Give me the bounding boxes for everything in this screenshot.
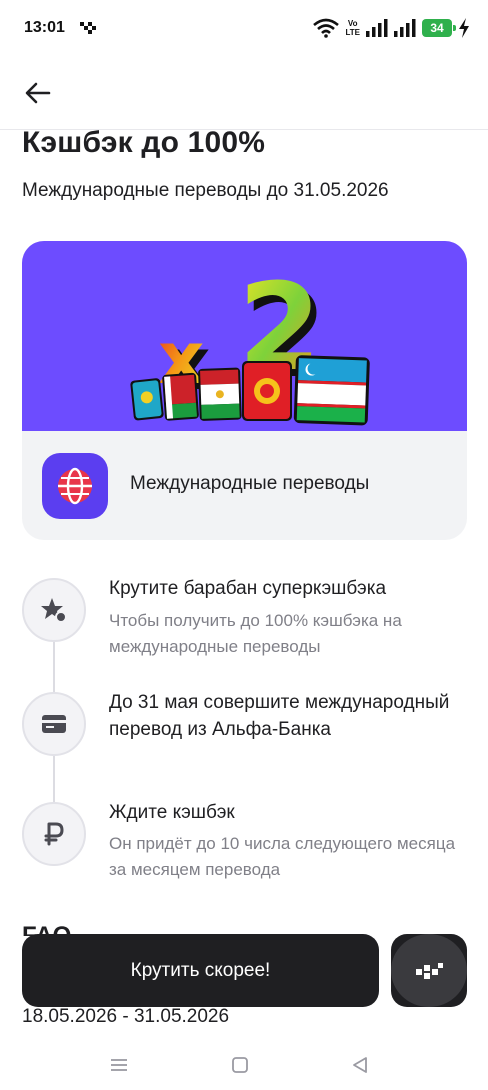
charging-icon — [459, 18, 469, 38]
battery-level: 34 — [430, 21, 444, 35]
transfers-app-icon — [42, 453, 108, 519]
arrow-left-icon — [25, 82, 51, 104]
wifi-icon — [313, 18, 340, 38]
signal-icon — [366, 19, 388, 37]
promo-banner: x 2 x 2 — [22, 241, 467, 431]
system-back-button[interactable] — [340, 1050, 380, 1080]
step-2-title: До 31 мая совершите международный перево… — [109, 692, 450, 740]
transfers-label: Международные переводы — [130, 473, 370, 494]
volte-top: Vo — [347, 19, 358, 28]
signal-icon-secondary — [394, 19, 416, 37]
promo-card: x 2 x 2 Международные переводы — [22, 241, 467, 540]
page-subtitle: Международные переводы до 31.05.2026 — [22, 180, 389, 201]
status-time: 13:01 — [24, 19, 65, 36]
status-bar: 13:01 Vo LTE 34 — [0, 0, 488, 56]
back-button[interactable] — [18, 76, 58, 110]
system-navigation-bar — [0, 1040, 488, 1090]
volte-bottom: LTE — [345, 28, 360, 37]
home-button[interactable] — [220, 1050, 260, 1080]
step-3-icon-circle — [22, 802, 86, 866]
assistant-button-container — [391, 934, 467, 1007]
step-1-description: Чтобы получить до 100% кэшбэка на междун… — [109, 611, 402, 656]
promo-date-range: 18.05.2026 - 31.05.2026 — [22, 1006, 230, 1027]
globe-icon — [58, 467, 92, 505]
page-title: Кэшбэк до 100% — [22, 126, 266, 159]
volte-indicator: Vo LTE — [345, 19, 360, 37]
ruble-icon — [44, 822, 64, 846]
status-indicators: Vo LTE 34 — [313, 16, 470, 40]
back-triangle-icon — [353, 1057, 367, 1073]
battery-indicator: 34 — [422, 19, 456, 37]
app-notification-icon — [80, 22, 96, 34]
menu-icon — [111, 1059, 127, 1071]
x2-flags-illustration: x 2 x 2 — [130, 259, 370, 426]
recent-apps-button[interactable] — [99, 1050, 139, 1080]
top-app-bar — [0, 56, 488, 130]
assistant-floating-button[interactable] — [391, 934, 467, 1007]
step-3-title: Ждите кэшбэк — [109, 802, 235, 823]
home-square-icon — [232, 1057, 248, 1073]
step-1-icon-circle — [22, 578, 86, 642]
spin-now-button[interactable]: Крутить скорее! — [22, 934, 379, 1007]
step-3-description: Он придёт до 10 числа следующего месяца … — [109, 834, 456, 879]
step-1-title: Крутите барабан суперкэшбэка — [109, 578, 387, 599]
star-icon — [41, 598, 67, 623]
card-icon — [42, 715, 66, 733]
international-transfers-link[interactable]: Международные переводы — [22, 431, 467, 540]
spin-now-button-label: Крутить скорее! — [130, 959, 271, 981]
checker-dots-icon — [416, 962, 443, 979]
step-2-icon-circle — [22, 692, 86, 756]
